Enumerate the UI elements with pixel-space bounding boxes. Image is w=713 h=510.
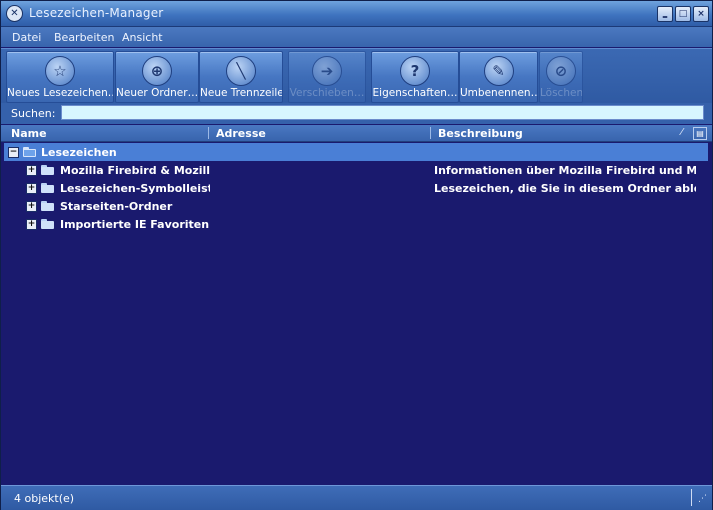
new-separator-label: Neue Trennzeile xyxy=(200,87,282,99)
close-icon: × xyxy=(697,8,705,19)
new-folder-button[interactable]: ⊕ Neuer Ordner… xyxy=(115,51,199,103)
bookmark-name: Mozilla Firebird & Mozilla ... xyxy=(60,164,210,177)
pencil-icon: ✎ xyxy=(483,56,514,86)
bookmark-description: Lesezeichen, die Sie in diesem Ordner ab… xyxy=(434,182,696,195)
properties-button[interactable]: ? Eigenschaften… xyxy=(371,51,459,103)
column-header: Name Adresse Beschreibung ⁄ ▤ xyxy=(1,125,712,142)
column-picker-icon[interactable]: ▤ xyxy=(693,127,707,140)
help-icon: ? xyxy=(400,56,430,86)
tree-row[interactable]: + Importierte IE Favoriten xyxy=(4,215,708,233)
column-splitter[interactable] xyxy=(208,127,209,139)
column-splitter[interactable] xyxy=(430,127,431,139)
folder-icon xyxy=(41,165,54,175)
bookmarks-manager-window: ✕ Lesezeichen-Manager ‗ □ × Datei Bearbe… xyxy=(0,0,713,510)
bookmark-name: Starseiten-Ordner xyxy=(60,200,173,213)
menu-bar: Datei Bearbeiten Ansicht xyxy=(1,27,712,47)
folder-icon xyxy=(41,201,54,211)
separator-icon: ╲ xyxy=(226,56,256,86)
bookmarks-tree[interactable]: − Lesezeichen + Mozilla Firebird & Mozil… xyxy=(4,143,708,484)
move-button[interactable]: ➔ Verschieben… xyxy=(288,51,366,103)
close-button[interactable]: × xyxy=(693,6,709,22)
new-folder-label: Neuer Ordner… xyxy=(116,87,198,99)
resize-grip-icon[interactable]: ⋰ xyxy=(698,495,707,504)
new-separator-button[interactable]: ╲ Neue Trennzeile xyxy=(199,51,283,103)
new-folder-icon: ⊕ xyxy=(142,56,172,86)
search-bar: Suchen: xyxy=(1,103,712,124)
move-label: Verschieben… xyxy=(289,87,365,99)
tree-row-root[interactable]: − Lesezeichen xyxy=(4,143,708,161)
search-input[interactable] xyxy=(61,105,704,120)
tree-row[interactable]: + Mozilla Firebird & Mozilla ... Informa… xyxy=(4,161,708,179)
search-label: Suchen: xyxy=(11,107,56,120)
tree-root-label: Lesezeichen xyxy=(41,146,117,159)
maximize-button[interactable]: □ xyxy=(675,6,691,22)
new-bookmark-label: Neues Lesezeichen… xyxy=(7,87,113,99)
window-title: Lesezeichen-Manager xyxy=(29,6,164,20)
column-name[interactable]: Name xyxy=(11,127,47,140)
move-icon: ➔ xyxy=(312,56,342,86)
menu-edit[interactable]: Bearbeiten xyxy=(54,31,114,44)
star-icon: ☆ xyxy=(45,56,75,86)
folder-open-icon xyxy=(23,147,36,157)
status-bar: 4 objekt(e) ⋰ xyxy=(1,485,712,510)
maximize-icon: □ xyxy=(678,8,688,19)
folder-icon xyxy=(41,219,54,229)
delete-button[interactable]: ⊘ Löschen xyxy=(539,51,583,103)
collapse-icon[interactable]: − xyxy=(8,147,19,158)
menu-view[interactable]: Ansicht xyxy=(122,31,163,44)
bookmark-name: Lesezeichen-Symbolleiste xyxy=(60,182,210,195)
tree-row[interactable]: + Lesezeichen-Symbolleiste Lesezeichen, … xyxy=(4,179,708,197)
rename-label: Umbenennen… xyxy=(460,87,537,99)
bookmark-name: Importierte IE Favoriten xyxy=(60,218,210,231)
column-description[interactable]: Beschreibung xyxy=(438,127,523,140)
bookmark-description: Informationen über Mozilla Firebird und … xyxy=(434,164,696,177)
expand-icon[interactable]: + xyxy=(26,183,37,194)
column-address[interactable]: Adresse xyxy=(216,127,266,140)
properties-label: Eigenschaften… xyxy=(372,87,458,99)
folder-icon xyxy=(41,183,54,193)
minimize-icon: ‗ xyxy=(662,8,668,19)
rename-button[interactable]: ✎ Umbenennen… xyxy=(459,51,538,103)
title-bar[interactable]: ✕ Lesezeichen-Manager ‗ □ × xyxy=(1,1,712,27)
sort-indicator-icon: ⁄ xyxy=(681,127,683,138)
expand-icon[interactable]: + xyxy=(26,165,37,176)
status-count: 4 objekt(e) xyxy=(14,492,75,505)
delete-icon: ⊘ xyxy=(546,56,576,86)
menu-file[interactable]: Datei xyxy=(12,31,41,44)
delete-label: Löschen xyxy=(540,87,582,99)
toolbar: ☆ Neues Lesezeichen… ⊕ Neuer Ordner… ╲ N… xyxy=(1,48,712,103)
minimize-button[interactable]: ‗ xyxy=(657,6,673,22)
expand-icon[interactable]: + xyxy=(26,219,37,230)
firebird-icon: ✕ xyxy=(6,5,23,22)
new-bookmark-button[interactable]: ☆ Neues Lesezeichen… xyxy=(6,51,114,103)
status-divider xyxy=(691,489,692,506)
tree-row[interactable]: + Starseiten-Ordner xyxy=(4,197,708,215)
expand-icon[interactable]: + xyxy=(26,201,37,212)
